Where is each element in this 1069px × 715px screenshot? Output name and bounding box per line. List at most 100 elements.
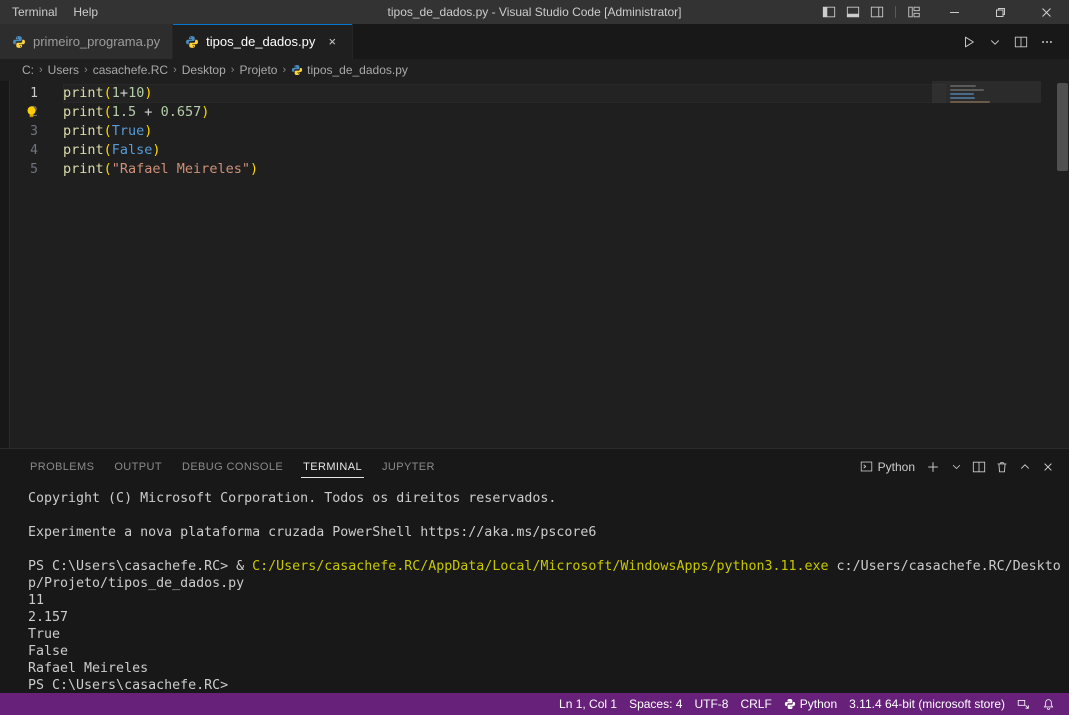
- terminal-text: 2.157: [28, 610, 69, 625]
- line-number: 1: [30, 86, 38, 101]
- panel-actions: Python: [854, 456, 1069, 478]
- editor-scrollbar-thumb[interactable]: [1057, 83, 1068, 171]
- terminal-text: False: [28, 644, 69, 659]
- code-token: 1.5: [111, 104, 137, 120]
- code-token: print: [63, 142, 104, 158]
- panel-tab-output[interactable]: OUTPUT: [104, 449, 172, 484]
- code-line[interactable]: 4 print(False): [10, 141, 1069, 160]
- code-token: +: [136, 104, 161, 120]
- minimap-line: [950, 89, 984, 91]
- panel-tab-problems[interactable]: PROBLEMS: [20, 449, 104, 484]
- code-token: (: [103, 123, 112, 139]
- terminal-profile-dropdown[interactable]: [945, 456, 967, 478]
- terminal-line: Copyright (C) Microsoft Corporation. Tod…: [28, 490, 1069, 507]
- terminal-text: Rafael Meireles: [28, 661, 149, 676]
- notifications-bell-icon[interactable]: [1036, 693, 1061, 715]
- toggle-primary-sidebar-icon[interactable]: [818, 1, 840, 23]
- breadcrumb-item-0[interactable]: C:: [22, 63, 34, 77]
- line-number: 3: [30, 124, 38, 139]
- editor-scrollbar[interactable]: [1055, 81, 1069, 448]
- terminal-text: 11: [28, 593, 45, 608]
- code-token: ): [249, 161, 259, 177]
- breadcrumb-item-2[interactable]: casachefe.RC: [93, 63, 168, 77]
- status-cursor-position[interactable]: Ln 1, Col 1: [553, 693, 623, 715]
- code-line[interactable]: 2print(1.5 + 0.657): [10, 103, 1069, 122]
- toggle-panel-icon[interactable]: [842, 1, 864, 23]
- status-eol[interactable]: CRLF: [734, 693, 777, 715]
- menu-help[interactable]: Help: [65, 0, 106, 24]
- panel-tab-debug-console[interactable]: DEBUG CONSOLE: [172, 449, 293, 484]
- code-text: print("Rafael Meireles"): [50, 160, 258, 179]
- code-line[interactable]: 5 print("Rafael Meireles"): [10, 160, 1069, 179]
- code-text: print(1+10): [50, 84, 152, 103]
- terminal-output[interactable]: Copyright (C) Microsoft Corporation. Tod…: [0, 484, 1069, 693]
- code-line[interactable]: 1 print(1+10): [10, 84, 1069, 103]
- chevron-down-icon[interactable]: [983, 30, 1007, 54]
- terminal-kind-button[interactable]: Python: [854, 456, 921, 478]
- minimap[interactable]: [932, 81, 1055, 171]
- terminal-line: False: [28, 643, 1069, 660]
- restore-button[interactable]: [977, 0, 1023, 24]
- code-content[interactable]: 1print(1+10)2print(1.5 + 0.657)3print(Tr…: [10, 81, 1069, 448]
- divider: [895, 6, 896, 18]
- breadcrumb-item-4[interactable]: Projeto: [239, 63, 277, 77]
- bottom-panel: PROBLEMS OUTPUT DEBUG CONSOLE TERMINAL JUPYT…: [0, 448, 1069, 693]
- split-terminal-button[interactable]: [968, 456, 990, 478]
- status-language-mode[interactable]: Python: [778, 693, 843, 715]
- terminal-text: C:/Users/casachefe.RC/AppData/Local/Micr…: [252, 559, 829, 574]
- tab-tipos-de-dados[interactable]: tipos_de_dados.py ×: [173, 24, 354, 60]
- terminal-line: 11: [28, 592, 1069, 609]
- code-token: print: [63, 123, 104, 139]
- editor-actions: [957, 24, 1069, 59]
- line-number: 5: [30, 162, 38, 177]
- code-token: ): [201, 104, 210, 120]
- status-python-interpreter[interactable]: 3.11.4 64-bit (microsoft store): [843, 693, 1011, 715]
- code-line[interactable]: 3 print(True): [10, 122, 1069, 141]
- terminal-line: PS C:\Users\casachefe.RC>: [28, 677, 1069, 693]
- play-icon[interactable]: [957, 30, 981, 54]
- ellipsis-icon[interactable]: [1035, 30, 1059, 54]
- toggle-secondary-sidebar-icon[interactable]: [866, 1, 888, 23]
- menu-terminal[interactable]: Terminal: [4, 0, 65, 24]
- panel-header: PROBLEMS OUTPUT DEBUG CONSOLE TERMINAL JUPYT…: [0, 449, 1069, 484]
- vscode-window: Terminal Help tipos_de_dados.py - Visual…: [0, 0, 1069, 715]
- panel-tab-jupyter[interactable]: JUPYTER: [372, 449, 445, 484]
- status-indentation[interactable]: Spaces: 4: [623, 693, 688, 715]
- tab-label: primeiro_programa.py: [33, 34, 161, 49]
- kill-terminal-button[interactable]: [991, 456, 1013, 478]
- breadcrumb-item-1[interactable]: Users: [48, 63, 79, 77]
- code-token: (: [103, 104, 112, 120]
- code-text: print(1.5 + 0.657): [50, 103, 209, 122]
- lightbulb-icon[interactable]: [24, 104, 39, 120]
- minimap-line: [950, 101, 990, 103]
- close-icon[interactable]: ×: [324, 34, 340, 50]
- breadcrumb-item-3[interactable]: Desktop: [182, 63, 226, 77]
- close-panel-button[interactable]: [1037, 456, 1059, 478]
- minimap-slider[interactable]: [932, 81, 1041, 103]
- minimap-line: [950, 97, 975, 99]
- remote-window-icon[interactable]: [1011, 693, 1036, 715]
- python-icon: [784, 698, 796, 710]
- tab-primeiro-programa[interactable]: primeiro_programa.py: [0, 24, 174, 59]
- status-encoding[interactable]: UTF-8: [688, 693, 734, 715]
- new-terminal-button[interactable]: [922, 456, 944, 478]
- terminal-line: Rafael Meireles: [28, 660, 1069, 677]
- status-label: Ln 1, Col 1: [559, 697, 618, 711]
- code-token: 1: [111, 85, 120, 101]
- code-token: ): [144, 85, 153, 101]
- breadcrumb-separator: ›: [39, 64, 43, 76]
- activity-bar-strip: [0, 81, 10, 448]
- minimize-button[interactable]: [931, 0, 977, 24]
- close-button[interactable]: [1023, 0, 1069, 24]
- title-bar-right: [818, 0, 1069, 24]
- code-token: "Rafael Meireles": [111, 161, 250, 177]
- panel-tab-terminal[interactable]: TERMINAL: [293, 449, 372, 484]
- terminal-line: True: [28, 626, 1069, 643]
- customize-layout-icon[interactable]: [903, 1, 925, 23]
- breadcrumb-item-5[interactable]: tipos_de_dados.py: [291, 63, 408, 77]
- terminal-line: 2.157: [28, 609, 1069, 626]
- split-editor-icon[interactable]: [1009, 30, 1033, 54]
- layout-controls: [818, 1, 931, 23]
- hide-panel-button[interactable]: [1014, 456, 1036, 478]
